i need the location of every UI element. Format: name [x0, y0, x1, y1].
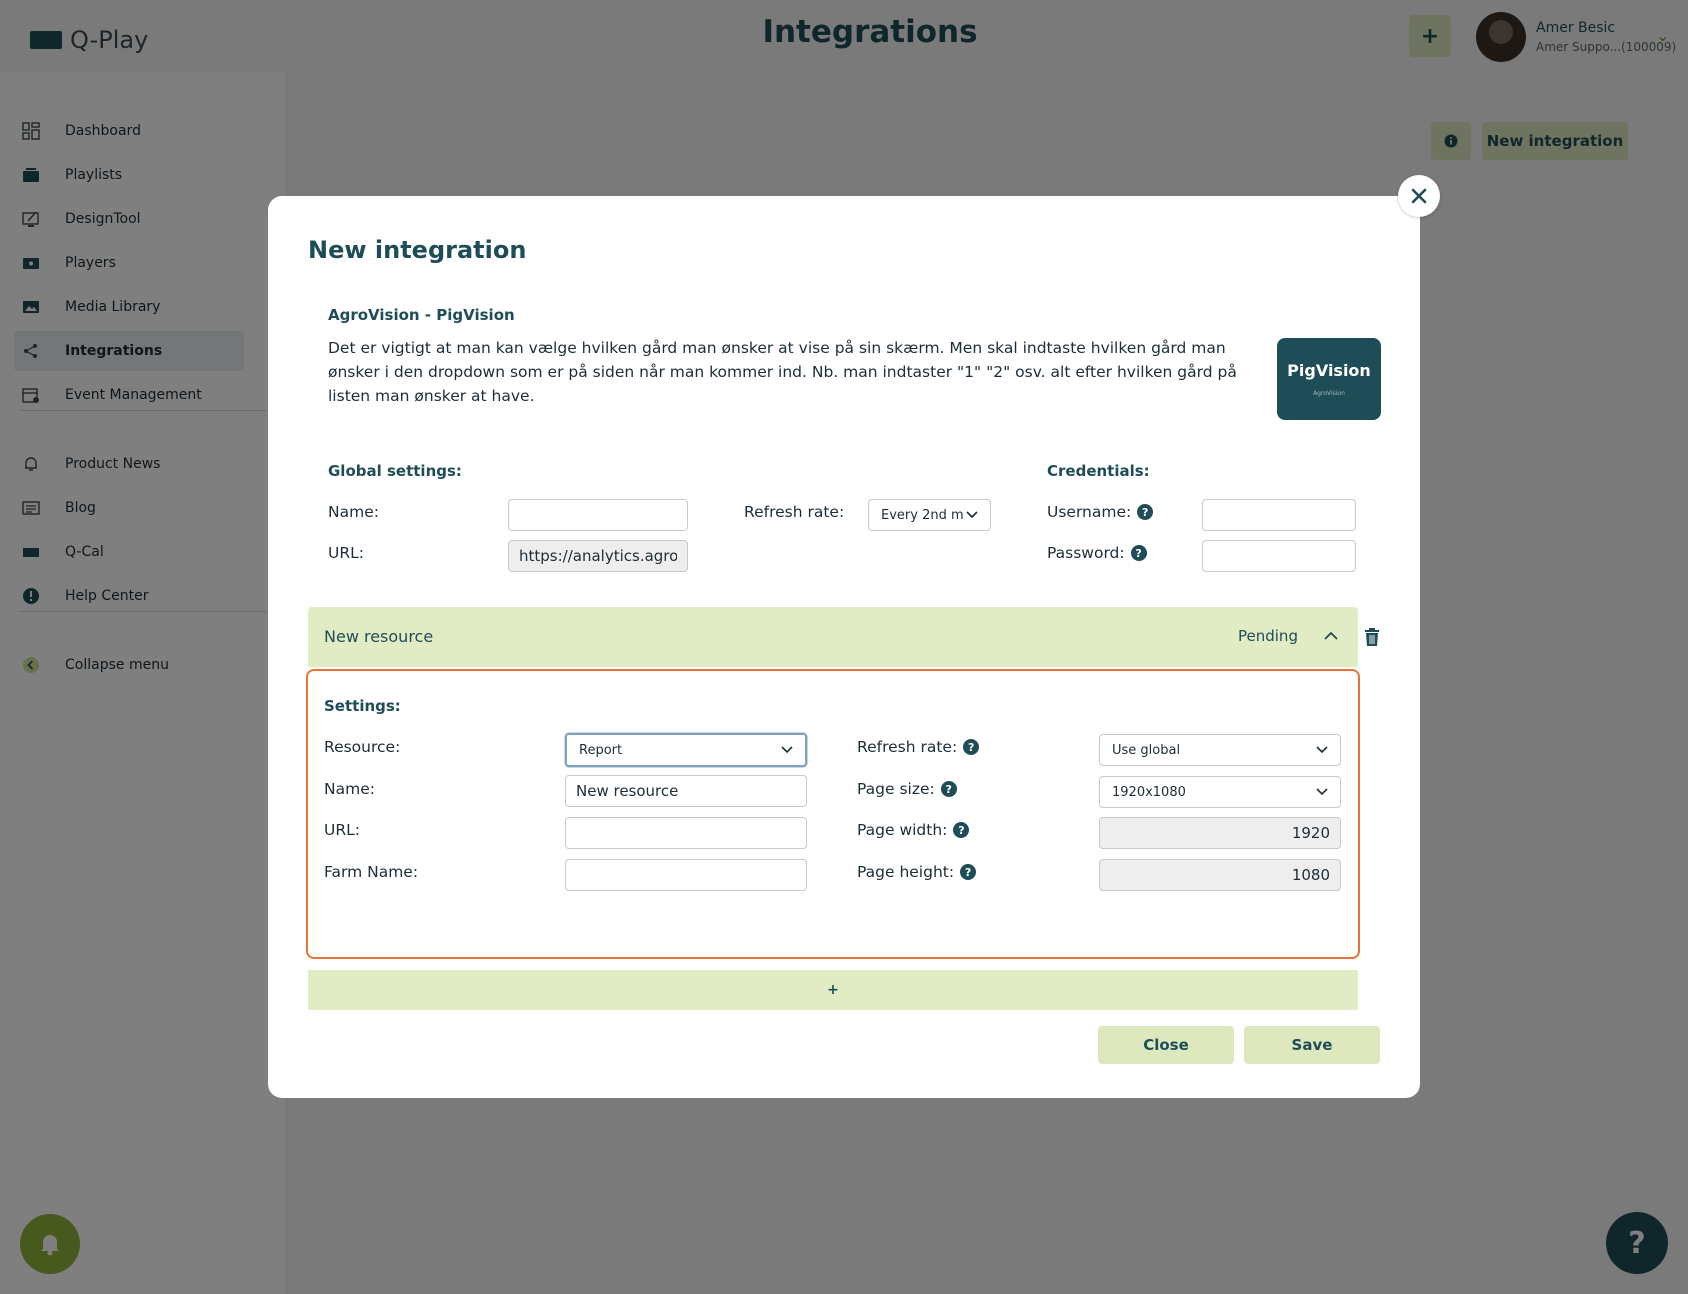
password-label: Password:? [1047, 544, 1147, 562]
select-value: Use global [1112, 742, 1181, 758]
chevron-down-icon [781, 746, 793, 754]
save-button[interactable]: Save [1244, 1026, 1380, 1064]
help-icon[interactable]: ? [1130, 545, 1147, 561]
username-label: Username:? [1047, 503, 1154, 521]
trash-icon[interactable] [1364, 628, 1380, 646]
new-integration-modal: New integration AgroVision - PigVision D… [268, 196, 1420, 1098]
resource-select[interactable]: Report [565, 733, 807, 767]
page-width-field[interactable] [1099, 817, 1341, 849]
resource-name-label: Name: [324, 780, 375, 798]
select-value: Report [579, 742, 623, 758]
page-height-field[interactable] [1099, 859, 1341, 891]
select-value: 1920x1080 [1112, 784, 1186, 800]
resource-title: New resource [324, 627, 434, 646]
resource-url-label: URL: [324, 821, 360, 839]
help-icon[interactable]: ? [1137, 504, 1154, 520]
global-refresh-select[interactable]: Every 2nd m [868, 499, 991, 531]
password-field[interactable] [1202, 540, 1356, 572]
resource-label: Resource: [324, 738, 401, 756]
page-height-label: Page height:? [857, 863, 977, 881]
integration-description: Det er vigtigt at man kan vælge hvilken … [328, 339, 1237, 405]
global-settings-heading: Global settings: [328, 462, 462, 480]
add-resource-button[interactable]: + [308, 970, 1358, 1010]
logo-title: PigVision [1287, 361, 1371, 380]
help-icon[interactable]: ? [940, 781, 957, 797]
global-url-label: URL: [328, 544, 364, 562]
farm-name-label: Farm Name: [324, 863, 419, 881]
global-url-field[interactable] [508, 540, 688, 572]
integration-name: AgroVision - PigVision [328, 306, 515, 324]
help-icon[interactable]: ? [953, 822, 970, 838]
settings-heading: Settings: [324, 697, 401, 715]
resource-header[interactable]: New resource Pending [308, 607, 1358, 667]
resource-name-field[interactable] [565, 775, 807, 807]
resource-settings-panel [306, 669, 1360, 959]
modal-title: New integration [308, 236, 527, 264]
select-value: Every 2nd m [881, 507, 964, 523]
global-name-label: Name: [328, 503, 379, 521]
resource-refresh-select[interactable]: Use global [1099, 734, 1341, 766]
resource-url-field[interactable] [565, 817, 807, 849]
chevron-down-icon [1316, 746, 1328, 754]
status-badge: Pending [1238, 627, 1298, 645]
close-icon [1411, 188, 1427, 204]
global-refresh-label: Refresh rate: [744, 503, 845, 521]
close-button[interactable]: Close [1098, 1026, 1234, 1064]
chevron-down-icon [966, 511, 978, 519]
page-width-label: Page width:? [857, 821, 970, 839]
credentials-heading: Credentials: [1047, 462, 1150, 480]
username-field[interactable] [1202, 499, 1356, 531]
pigvision-logo: PigVision AgroVision [1277, 338, 1381, 420]
chevron-down-icon [1316, 788, 1328, 796]
page-size-select[interactable]: 1920x1080 [1099, 776, 1341, 808]
help-icon[interactable]: ? [960, 864, 977, 880]
farm-name-field[interactable] [565, 859, 807, 891]
resource-refresh-label: Refresh rate:? [857, 738, 980, 756]
help-icon[interactable]: ? [963, 739, 980, 755]
modal-close-button[interactable] [1398, 175, 1440, 217]
chevron-up-icon[interactable] [1324, 631, 1338, 641]
global-name-field[interactable] [508, 499, 688, 531]
page-size-label: Page size:? [857, 780, 957, 798]
logo-subtitle: AgroVision [1313, 390, 1345, 397]
